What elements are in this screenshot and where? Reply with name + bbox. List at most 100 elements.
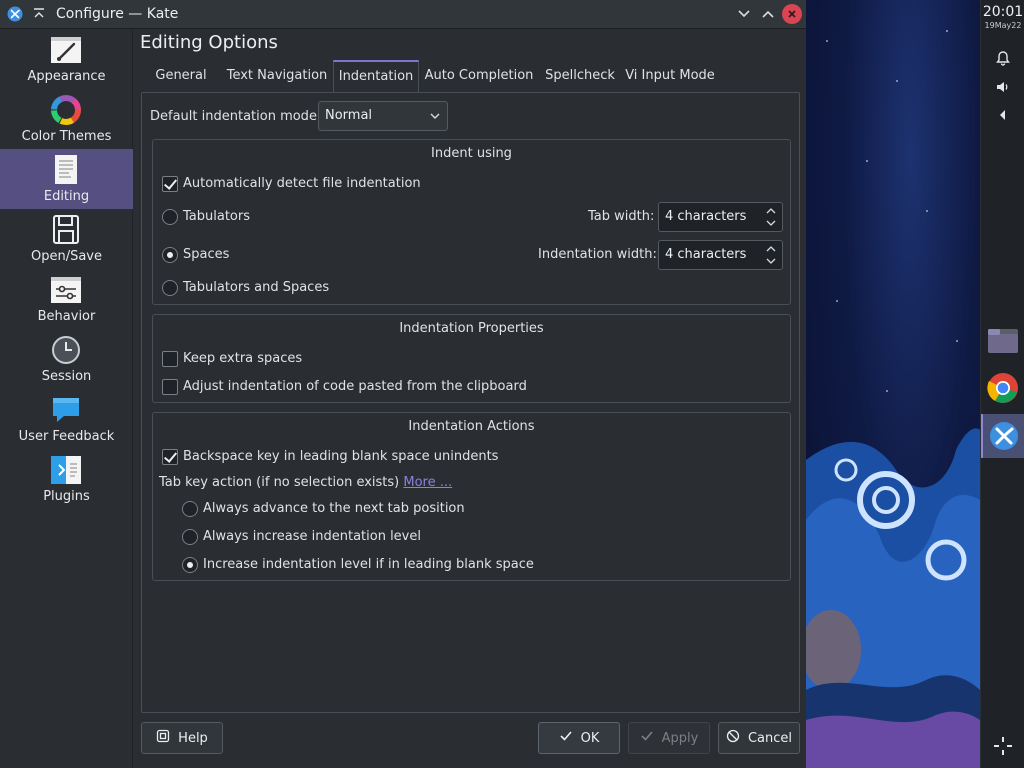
settings-sidebar: Appearance Color Themes Editing Open/Sav… xyxy=(0,29,133,768)
indent-width-value: 4 characters xyxy=(665,247,747,262)
advance-tab-label[interactable]: Always advance to the next tab position xyxy=(203,501,465,516)
default-mode-value: Normal xyxy=(325,108,373,123)
close-button[interactable] xyxy=(782,4,802,24)
backspace-unindent-label[interactable]: Backspace key in leading blank space uni… xyxy=(183,449,498,464)
chevron-up-icon[interactable] xyxy=(764,205,778,217)
tab-width-label: Tab width: xyxy=(588,209,655,224)
tab-key-action-text: Tab key action (if no selection exists) xyxy=(159,475,400,490)
increase-if-blank-label[interactable]: Increase indentation level if in leading… xyxy=(203,557,534,572)
sidebar-item-open-save[interactable]: Open/Save xyxy=(0,209,133,269)
tab-key-action-label: Tab key action (if no selection exists) … xyxy=(159,475,452,490)
file-manager-task-icon[interactable] xyxy=(981,318,1024,362)
clock-time: 20:01 xyxy=(982,4,1024,20)
tabulators-label[interactable]: Tabulators xyxy=(183,209,250,224)
chevron-down-icon[interactable] xyxy=(764,255,778,267)
group-title: Indent using xyxy=(431,146,512,161)
clock-date: 19May22 xyxy=(984,21,1022,30)
tab-width-spinbox[interactable]: 4 characters xyxy=(658,202,783,232)
indentation-properties-group: Indentation Properties Keep extra spaces… xyxy=(152,314,791,403)
increase-indent-radio[interactable] xyxy=(182,529,198,545)
tab-vi-input-mode[interactable]: Vi Input Mode xyxy=(621,60,719,93)
digital-clock[interactable]: 20:01 19May22 xyxy=(981,4,1024,30)
help-button-label: Help xyxy=(178,730,208,746)
spaces-label[interactable]: Spaces xyxy=(183,247,229,262)
tab-indentation[interactable]: Indentation xyxy=(333,60,419,93)
sidebar-item-session[interactable]: Session xyxy=(0,329,133,389)
color-wheel-icon xyxy=(51,95,81,125)
sidebar-item-appearance[interactable]: Appearance xyxy=(0,29,133,89)
increase-indent-label[interactable]: Always increase indentation level xyxy=(203,529,421,544)
chevron-down-icon[interactable] xyxy=(764,217,778,229)
speech-bubble-icon xyxy=(53,398,79,422)
increase-if-blank-radio[interactable] xyxy=(182,557,198,573)
chrome-task-icon[interactable] xyxy=(981,366,1024,410)
indentation-actions-group: Indentation Actions Backspace key in lea… xyxy=(152,412,791,581)
checkmark-icon xyxy=(559,729,573,747)
document-text-icon xyxy=(55,155,77,184)
floppy-disk-icon xyxy=(53,215,79,244)
indentation-panel: Default indentation mode: Normal Indent … xyxy=(141,92,800,713)
apply-button[interactable]: Apply xyxy=(628,722,710,754)
keep-extra-spaces-label[interactable]: Keep extra spaces xyxy=(183,351,302,366)
indent-using-group: Indent using Automatically detect file i… xyxy=(152,139,791,305)
sidebar-item-label: Appearance xyxy=(27,69,106,84)
sidebar-item-plugins[interactable]: Plugins xyxy=(0,449,133,509)
sidebar-item-label: Color Themes xyxy=(21,129,112,144)
default-mode-label: Default indentation mode: xyxy=(150,109,322,124)
sidebar-item-user-feedback[interactable]: User Feedback xyxy=(0,389,133,449)
kate-task-icon[interactable] xyxy=(981,414,1024,458)
ok-button-label: OK xyxy=(580,730,600,746)
apply-button-label: Apply xyxy=(661,730,699,746)
keep-above-icon[interactable] xyxy=(30,5,48,23)
keep-extra-spaces-checkbox[interactable] xyxy=(162,351,178,367)
help-button[interactable]: Help xyxy=(141,722,223,754)
group-title: Indentation Properties xyxy=(399,321,544,336)
cancel-button-label: Cancel xyxy=(747,730,793,746)
kate-app-icon[interactable] xyxy=(6,5,24,23)
chevron-up-icon[interactable] xyxy=(764,243,778,255)
puzzle-plugin-icon xyxy=(51,456,81,484)
sliders-icon xyxy=(51,277,81,303)
system-panel: 20:01 19May22 xyxy=(980,0,1024,768)
auto-detect-checkbox[interactable] xyxy=(162,176,178,192)
more-info-link[interactable]: More ... xyxy=(403,475,452,490)
bell-icon[interactable] xyxy=(981,46,1024,70)
spaces-radio[interactable] xyxy=(162,247,178,263)
tab-general[interactable]: General xyxy=(141,60,221,93)
page-title: Editing Options xyxy=(140,32,278,53)
auto-detect-label[interactable]: Automatically detect file indentation xyxy=(183,176,421,191)
advance-tab-radio[interactable] xyxy=(182,501,198,517)
desktop-wallpaper xyxy=(806,0,980,768)
sidebar-item-label: Plugins xyxy=(43,489,90,504)
volume-icon[interactable] xyxy=(981,75,1024,99)
sidebar-item-label: Behavior xyxy=(37,309,96,324)
indent-width-spinbox[interactable]: 4 characters xyxy=(658,240,783,270)
checkmark-icon xyxy=(640,729,654,747)
ok-button[interactable]: OK xyxy=(538,722,620,754)
tab-spellcheck[interactable]: Spellcheck xyxy=(539,60,621,93)
group-title: Indentation Actions xyxy=(408,419,535,434)
tab-text-navigation[interactable]: Text Navigation xyxy=(221,60,333,93)
backspace-unindent-checkbox[interactable] xyxy=(162,449,178,465)
default-mode-select[interactable]: Normal xyxy=(318,101,448,131)
tabs-and-spaces-label[interactable]: Tabulators and Spaces xyxy=(183,280,329,295)
help-icon xyxy=(156,729,170,747)
maximize-button[interactable] xyxy=(758,4,778,24)
tabs-and-spaces-radio[interactable] xyxy=(162,280,178,296)
tabulators-radio[interactable] xyxy=(162,209,178,225)
desktop-actions-icon[interactable] xyxy=(981,734,1024,758)
sidebar-item-behavior[interactable]: Behavior xyxy=(0,269,133,329)
adjust-pasted-checkbox[interactable] xyxy=(162,379,178,395)
cancel-button[interactable]: Cancel xyxy=(718,722,800,754)
tab-width-value: 4 characters xyxy=(665,209,747,224)
minimize-button[interactable] xyxy=(734,4,754,24)
configure-window: Configure — Kate Appearance Color Themes… xyxy=(0,0,806,768)
sidebar-item-editing[interactable]: Editing xyxy=(0,149,133,209)
adjust-pasted-label[interactable]: Adjust indentation of code pasted from t… xyxy=(183,379,527,394)
expand-tray-arrow-icon[interactable] xyxy=(981,103,1024,127)
chevron-down-icon xyxy=(427,108,443,124)
title-bar[interactable]: Configure — Kate xyxy=(0,0,806,29)
sidebar-item-label: Editing xyxy=(43,189,90,204)
sidebar-item-color-themes[interactable]: Color Themes xyxy=(0,89,133,149)
tab-auto-completion[interactable]: Auto Completion xyxy=(419,60,539,93)
